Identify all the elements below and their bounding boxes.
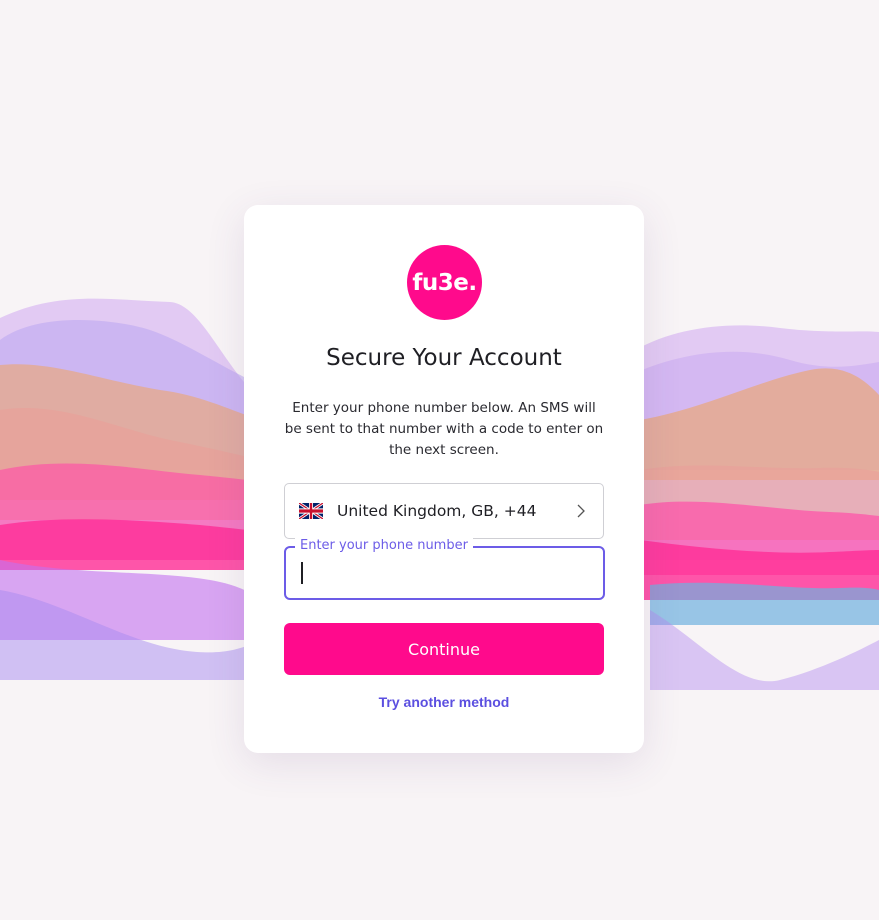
country-selector[interactable]: United Kingdom, GB, +44 xyxy=(284,483,604,539)
phone-number-label: Enter your phone number xyxy=(295,538,473,554)
phone-number-field: Enter your phone number xyxy=(284,538,605,600)
try-another-method-link[interactable]: Try another method xyxy=(244,694,644,710)
fu3e-logo: fu3e. xyxy=(407,245,482,320)
uk-flag-icon xyxy=(299,503,323,519)
instructions-text: Enter your phone number below. An SMS wi… xyxy=(284,400,604,458)
page-title: Secure Your Account xyxy=(326,345,562,371)
text-caret xyxy=(301,562,303,584)
continue-button[interactable]: Continue xyxy=(284,623,604,675)
login-card: fu3e. Secure Your Account Enter your pho… xyxy=(244,205,644,753)
country-selector-label: United Kingdom, GB, +44 xyxy=(337,502,537,520)
phone-number-input[interactable] xyxy=(300,558,594,590)
chevron-right-icon xyxy=(577,504,585,518)
